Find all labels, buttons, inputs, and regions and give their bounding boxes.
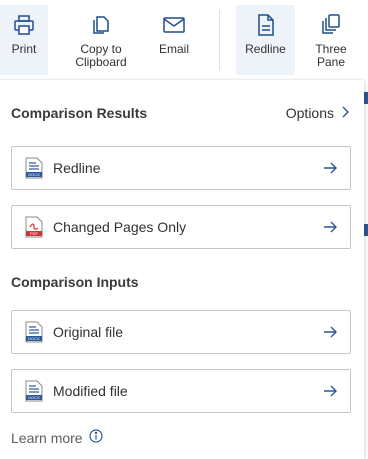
docx-icon: DOCX bbox=[25, 380, 43, 402]
options-link[interactable]: Options bbox=[285, 105, 350, 121]
three-pane-label-line2: Pane bbox=[316, 55, 345, 69]
redline-button[interactable]: Redline bbox=[236, 5, 295, 75]
learn-more-link[interactable]: Learn more bbox=[11, 429, 103, 446]
copy-label: Copy to Clipboard bbox=[75, 43, 126, 69]
arrow-right-icon bbox=[323, 161, 337, 175]
svg-text:DOCX: DOCX bbox=[28, 336, 40, 341]
original-file-item[interactable]: DOCX Original file bbox=[11, 310, 351, 354]
arrow-right-icon bbox=[323, 384, 337, 398]
changed-pages-result-item[interactable]: PDF Changed Pages Only bbox=[11, 205, 351, 249]
modified-file-item[interactable]: DOCX Modified file bbox=[11, 369, 351, 413]
redline-label: Redline bbox=[245, 42, 286, 56]
background-edge bbox=[364, 78, 368, 459]
three-pane-icon bbox=[319, 13, 343, 37]
mail-icon bbox=[162, 13, 186, 37]
docx-icon: DOCX bbox=[25, 157, 43, 179]
docx-icon: DOCX bbox=[25, 321, 43, 343]
print-label: Print bbox=[11, 42, 37, 56]
info-icon bbox=[88, 429, 103, 446]
three-pane-button[interactable]: Three Pane bbox=[306, 5, 356, 75]
toolbar-divider bbox=[219, 10, 220, 70]
comparison-inputs-heading: Comparison Inputs bbox=[11, 274, 139, 290]
printer-icon bbox=[12, 13, 36, 37]
redline-item-label: Redline bbox=[53, 160, 101, 176]
print-button[interactable]: Print bbox=[0, 5, 48, 75]
learn-more-label: Learn more bbox=[11, 429, 83, 446]
chevron-right-icon bbox=[341, 105, 350, 121]
svg-text:DOCX: DOCX bbox=[28, 172, 40, 177]
options-label: Options bbox=[285, 105, 334, 121]
arrow-right-icon bbox=[323, 220, 337, 234]
arrow-right-icon bbox=[323, 325, 337, 339]
redline-dropdown-panel: Comparison Results Options DOCX Redline … bbox=[0, 80, 364, 459]
svg-text:PDF: PDF bbox=[30, 231, 39, 236]
copy-to-clipboard-button[interactable]: Copy to Clipboard bbox=[64, 5, 138, 75]
pdf-icon: PDF bbox=[25, 216, 43, 238]
changed-pages-item-label: Changed Pages Only bbox=[53, 219, 187, 235]
three-pane-label: Three Pane bbox=[315, 43, 346, 69]
comparison-results-heading: Comparison Results bbox=[11, 105, 148, 121]
document-icon bbox=[254, 13, 278, 37]
svg-text:DOCX: DOCX bbox=[28, 395, 40, 400]
email-label: Email bbox=[158, 42, 189, 56]
comparison-window: Print Copy to Clipboard Email Redline Th… bbox=[0, 0, 368, 459]
copy-label-line2: Clipboard bbox=[75, 55, 127, 69]
email-button[interactable]: Email bbox=[150, 5, 198, 75]
redline-result-item[interactable]: DOCX Redline bbox=[11, 146, 351, 190]
original-file-label: Original file bbox=[53, 324, 124, 340]
modified-file-label: Modified file bbox=[53, 383, 128, 399]
toolbar: Print Copy to Clipboard Email Redline Th… bbox=[0, 0, 368, 78]
copy-icon bbox=[89, 13, 113, 37]
background-accent-mark bbox=[364, 92, 368, 104]
background-accent-mark bbox=[364, 224, 368, 236]
